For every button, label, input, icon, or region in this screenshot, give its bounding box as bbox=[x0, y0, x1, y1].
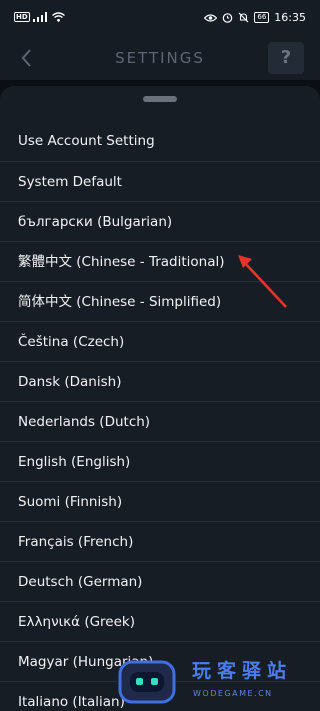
language-option[interactable]: Dansk (Danish) bbox=[0, 361, 320, 401]
language-option[interactable]: Ελληνικά (Greek) bbox=[0, 601, 320, 641]
status-bar: HD 66 16:35 bbox=[0, 0, 320, 36]
drag-handle[interactable] bbox=[143, 96, 177, 102]
robot-logo-icon bbox=[118, 660, 176, 704]
language-option[interactable]: Use Account Setting bbox=[0, 121, 320, 161]
signal-icon bbox=[32, 12, 47, 22]
wifi-icon bbox=[51, 12, 65, 22]
status-right: 66 16:35 bbox=[204, 11, 306, 24]
red-arrow-icon bbox=[238, 255, 287, 308]
language-option[interactable]: English (English) bbox=[0, 441, 320, 481]
language-option[interactable]: Suomi (Finnish) bbox=[0, 481, 320, 521]
language-bottom-sheet: Use Account Setting System Default бълга… bbox=[0, 86, 320, 711]
language-option[interactable]: Deutsch (German) bbox=[0, 561, 320, 601]
hd-badge: HD bbox=[14, 12, 30, 22]
mute-icon bbox=[238, 12, 249, 23]
header: SETTINGS ? bbox=[0, 36, 320, 80]
watermark-title: 玩客驿站 bbox=[192, 660, 293, 682]
eye-icon bbox=[204, 13, 218, 22]
status-time: 16:35 bbox=[274, 11, 306, 24]
watermark-url: WODEGAME.CN bbox=[193, 689, 273, 698]
language-option[interactable]: Nederlands (Dutch) bbox=[0, 401, 320, 441]
alarm-icon bbox=[223, 13, 233, 23]
battery-icon: 66 bbox=[254, 12, 270, 23]
language-option[interactable]: Français (French) bbox=[0, 521, 320, 561]
language-option[interactable]: Čeština (Czech) bbox=[0, 321, 320, 361]
language-option[interactable]: български (Bulgarian) bbox=[0, 201, 320, 241]
help-button[interactable]: ? bbox=[268, 42, 304, 74]
language-option[interactable]: System Default bbox=[0, 161, 320, 201]
status-left: HD bbox=[14, 12, 65, 22]
language-list: Use Account Setting System Default бълга… bbox=[0, 121, 320, 711]
watermark: 玩客驿站 WODEGAME.CN bbox=[110, 652, 320, 711]
